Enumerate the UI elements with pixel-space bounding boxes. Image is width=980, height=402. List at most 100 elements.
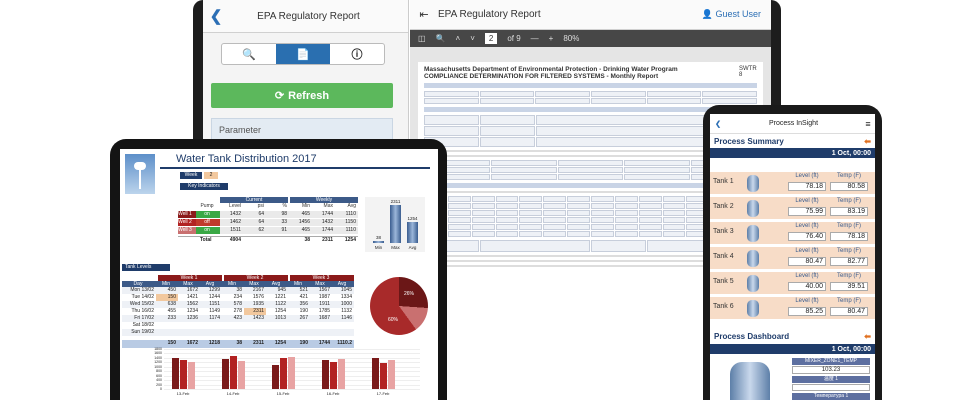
guest-user-link[interactable]: Guest User: [715, 9, 761, 19]
data-bar: [172, 357, 179, 389]
y-tick: 1800: [154, 347, 162, 351]
pie-label-a: 26%: [404, 291, 415, 297]
week-label: Week: [180, 172, 202, 179]
day-value: 1911: [319, 301, 330, 307]
day-value: 2167: [252, 287, 264, 293]
pie-label-b: 60%: [388, 317, 399, 323]
tank-row[interactable]: Tank 1 Level (ft) Temp (F) 78.18 80.58: [710, 172, 875, 195]
summary-arrow-icon[interactable]: ⬅: [864, 137, 871, 146]
report-icon[interactable]: 📄: [276, 44, 330, 64]
level-value: 78.18: [788, 182, 826, 191]
mixer-value: 103.23: [792, 366, 870, 374]
phone-header: ❮ Process InSight ≡: [710, 114, 875, 134]
search-pdf-icon[interactable]: 🔍: [436, 34, 446, 43]
y-tick: 1400: [154, 355, 162, 360]
phone-back-icon[interactable]: ❮: [710, 120, 726, 128]
indicator-value: 1744: [321, 227, 333, 233]
y-tick: 0: [160, 387, 162, 391]
key-indicators-table: Current Weekly Pump Level psi% Min Max Avg W…: [178, 197, 358, 245]
level-label: Level (ft): [795, 223, 819, 229]
indicator-row: Well 2 off 1462 64 33 1456 1432 1150: [178, 219, 358, 226]
day-value: [178, 329, 200, 336]
mini-bar: [407, 222, 418, 243]
week-value[interactable]: 2: [204, 172, 218, 179]
day-value: 267: [299, 315, 308, 321]
pump-status[interactable]: off: [196, 219, 220, 226]
zoom-out-icon[interactable]: —: [531, 34, 539, 43]
day-value: 1174: [209, 315, 220, 321]
refresh-label: Refresh: [288, 89, 330, 102]
back-icon[interactable]: ❮: [203, 7, 229, 25]
tank-icon: [747, 275, 759, 292]
x-tick: 14-Feb: [226, 391, 240, 396]
zoom-level[interactable]: 80%: [563, 34, 579, 43]
temp-label: Temp (F): [837, 223, 861, 229]
pump-status[interactable]: on: [196, 211, 220, 218]
page-count: of 9: [507, 34, 521, 43]
day-label: Fri 17/02: [134, 315, 154, 321]
day-value: 150: [156, 294, 178, 301]
tank-name: Tank 2: [713, 203, 734, 210]
page-input[interactable]: 2: [484, 33, 498, 44]
tank-name: Tank 4: [713, 253, 734, 260]
day-value: 1576: [252, 294, 264, 300]
refresh-icon: ⟳: [274, 90, 285, 102]
grid-line: [164, 349, 420, 350]
temp-value: 78.18: [830, 232, 868, 241]
dashboard-date: 1 Oct, 00:00: [710, 344, 875, 354]
day-value: 1423: [252, 315, 264, 321]
tank-row[interactable]: Tank 4 Level (ft) Temp (F) 80.47 82.77: [710, 247, 875, 270]
mini-bar-label: Max: [391, 245, 400, 250]
data-bar: [230, 355, 237, 389]
tank-row[interactable]: Tank 6 Level (ft) Temp (F) 85.25 80.47: [710, 297, 875, 320]
dashboard-arrow-icon[interactable]: ⬅: [864, 332, 871, 341]
day-value: 1334: [340, 294, 352, 300]
tank-row[interactable]: Tank 2 Level (ft) Temp (F) 75.99 83.19: [710, 197, 875, 220]
day-value: 1132: [341, 308, 352, 314]
refresh-button[interactable]: ⟳ Refresh: [211, 83, 393, 108]
indicator-value: 1110: [345, 227, 356, 233]
tank-row[interactable]: Tank 5 Level (ft) Temp (F) 40.00 39.51: [710, 272, 875, 295]
temp-value: 80.58: [830, 182, 868, 191]
y-tick: 1200: [154, 360, 162, 365]
level-value: 85.25: [788, 307, 826, 316]
day-value: 1013: [274, 315, 286, 321]
left-title: EPA Regulatory Report: [257, 10, 360, 22]
zoom-in-icon[interactable]: +: [549, 34, 554, 43]
day-value: 1244: [208, 294, 220, 300]
mini-bar: [373, 241, 384, 243]
data-bar: [372, 357, 379, 389]
temp-label: Temp (F): [837, 298, 861, 304]
collapse-icon[interactable]: ⇤: [410, 8, 438, 21]
day-value: 1146: [341, 315, 352, 321]
mini-bar-label: Avg: [408, 245, 417, 250]
temp-label: Temp (F): [837, 248, 861, 254]
pump-header: Pump: [200, 203, 214, 209]
tank-row[interactable]: Tank 3 Level (ft) Temp (F) 76.40 78.18: [710, 222, 875, 245]
data-bar: [238, 361, 245, 389]
indicator-value: 1462: [229, 219, 241, 225]
pump-status[interactable]: on: [196, 227, 220, 234]
level-value: 80.47: [788, 257, 826, 266]
mini-bar-value: 38: [375, 235, 381, 240]
pages-icon[interactable]: ◫: [418, 34, 426, 43]
total-value: 1254: [344, 237, 356, 243]
day-label: Thu 16/02: [131, 308, 154, 314]
mini-bar-value: 2311: [390, 199, 401, 204]
tank-icon: [747, 300, 759, 317]
menu-icon[interactable]: ≡: [861, 119, 875, 129]
indicator-value: 1432: [229, 211, 241, 217]
temp-label: Temp (F): [837, 273, 861, 279]
prev-page-icon[interactable]: ˄: [456, 34, 461, 43]
next-page-icon[interactable]: ˅: [470, 34, 475, 43]
level-value: 76.40: [788, 232, 826, 241]
pie-slices: [370, 277, 428, 335]
temp-value: 83.19: [830, 207, 868, 216]
search-icon[interactable]: 🔍: [222, 44, 276, 64]
indicator-value: 1511: [230, 227, 241, 233]
day-value: 423: [233, 315, 242, 321]
x-tick: 17-Feb: [376, 391, 390, 396]
day-value: 1421: [186, 294, 198, 300]
user-icon: 👤: [701, 9, 713, 19]
info-icon[interactable]: ⓘ: [330, 44, 384, 64]
